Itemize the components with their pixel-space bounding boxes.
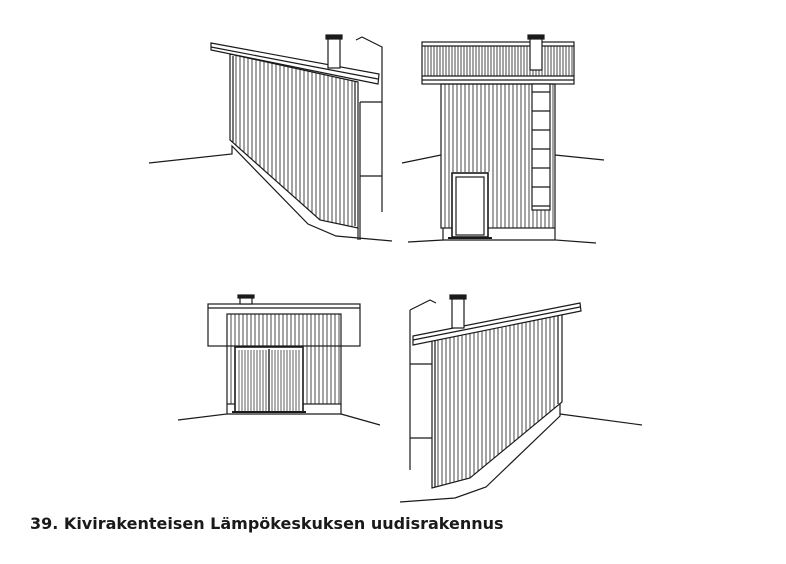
ground-line (177, 404, 228, 421)
ground-line (554, 154, 605, 161)
rear-elevation-double-door (177, 294, 381, 426)
chimney-cap (325, 34, 343, 40)
side-elevation-left (148, 34, 393, 242)
wall-outline (431, 311, 563, 489)
chimney (451, 297, 465, 329)
front-elevation-door (401, 34, 605, 244)
cladding-ribs (235, 55, 353, 227)
wall-outline (229, 53, 359, 229)
ladder (531, 83, 551, 211)
adjacent-building (409, 299, 437, 311)
cladding-ribs (437, 313, 555, 487)
ground-line (407, 228, 444, 243)
roof-railing (424, 46, 573, 76)
drawing-caption: 39. Kivirakenteisen Lämpökeskuksen uudis… (30, 514, 504, 533)
ground-line (401, 154, 442, 164)
chimney-cap (449, 294, 467, 300)
ground-line (559, 413, 643, 426)
door-frame (451, 172, 489, 238)
chimney (327, 37, 341, 69)
chimney-cap (527, 34, 545, 40)
ground-line (340, 404, 381, 426)
ground-line (399, 404, 561, 503)
side-elevation-right (399, 294, 643, 503)
chimney-cap (237, 294, 255, 299)
chimney (529, 37, 543, 71)
ground-line (554, 228, 597, 244)
elevation-drawings (148, 34, 643, 503)
roof-line (412, 306, 581, 341)
